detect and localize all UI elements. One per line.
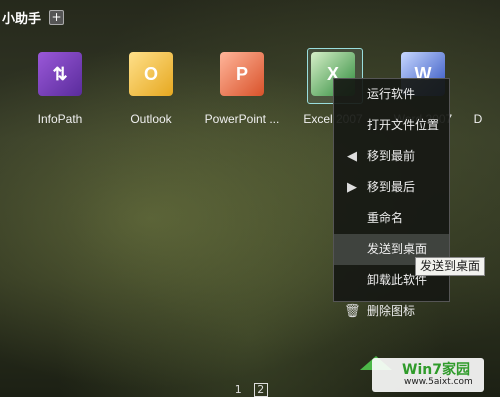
infopath-icon: ⇅ (38, 52, 82, 96)
tooltip: 发送到桌面 (415, 257, 486, 276)
page-1[interactable]: 1 (232, 384, 244, 396)
arrow-left-icon: ◀ (347, 149, 357, 164)
menu-item-move-last[interactable]: ▶ 移到最后 (334, 172, 449, 203)
app-label: InfoPath (37, 112, 83, 126)
menu-item-delete-icon[interactable]: 🗑 删除图标 (334, 296, 449, 327)
app-label: Outlook (130, 112, 172, 126)
app-label: D (473, 112, 483, 126)
app-powerpoint[interactable]: P PowerPoint ... (197, 52, 287, 126)
add-icon[interactable]: + (49, 9, 65, 25)
app-outlook[interactable]: O Outlook (106, 52, 196, 126)
app-partial[interactable]: D (458, 52, 498, 126)
trash-icon: 🗑 (344, 304, 361, 319)
menu-item-run[interactable]: 运行软件 (334, 79, 449, 110)
watermark-title: Win7家园 (402, 362, 470, 378)
menu-item-open-location[interactable]: 打开文件位置 (334, 110, 449, 141)
outlook-icon: O (129, 52, 173, 96)
page-2[interactable]: 2 (253, 383, 268, 397)
unknown-icon (468, 52, 488, 96)
title-bar: 小助手 + (0, 0, 500, 34)
watermark: Win7家园 www.5aixt.com (360, 356, 490, 394)
watermark-url: www.5aixt.com (404, 377, 473, 387)
arrow-right-icon: ▶ (347, 180, 357, 195)
app-infopath[interactable]: ⇅ InfoPath (15, 52, 105, 126)
menu-item-rename[interactable]: 重命名 (334, 203, 449, 234)
powerpoint-icon: P (220, 52, 264, 96)
app-label: PowerPoint ... (204, 112, 280, 126)
menu-item-move-first[interactable]: ◀ 移到最前 (334, 141, 449, 172)
app-title: 小助手 (2, 11, 42, 27)
